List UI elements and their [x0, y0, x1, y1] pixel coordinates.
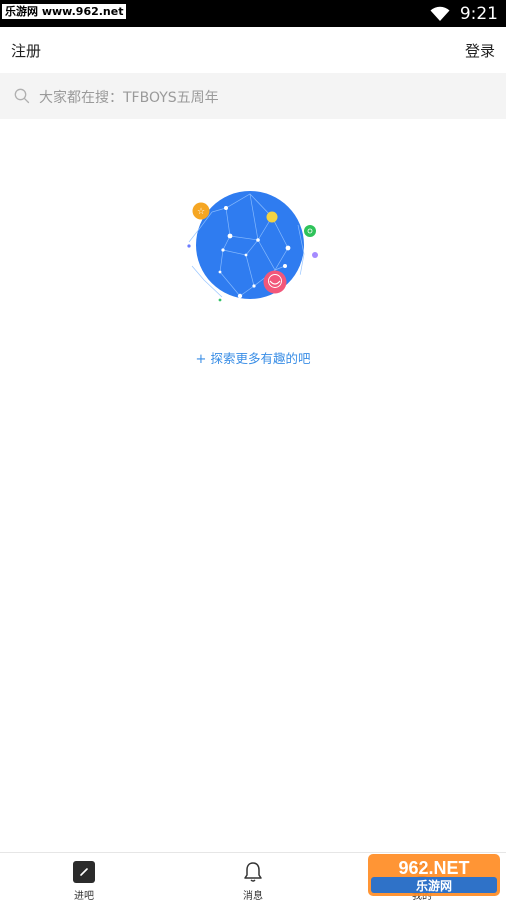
- search-bar[interactable]: 大家都在搜：TFBOYS五周年: [0, 73, 506, 119]
- globe-network-illustration: ☆: [187, 191, 318, 302]
- bell-icon: [244, 862, 262, 882]
- plus-icon: +: [195, 352, 207, 367]
- search-placeholder: 大家都在搜：TFBOYS五周年: [39, 90, 219, 106]
- status-bar: 乐游网 www.962.net 9:21: [0, 0, 506, 27]
- enter-bar-icon: [73, 861, 95, 883]
- svg-text:☆: ☆: [197, 207, 205, 217]
- watermark-label: 乐游网 www.962.net: [2, 4, 127, 19]
- nav-item-messages[interactable]: 消息: [169, 853, 337, 900]
- nav-label-enter-bar: 进吧: [74, 891, 94, 900]
- nav-item-enter-bar[interactable]: 进吧: [0, 853, 168, 900]
- wifi-icon: [430, 6, 450, 21]
- explore-more-link[interactable]: + 探索更多有趣的吧: [0, 348, 506, 367]
- svg-text:乐游网: 乐游网: [416, 878, 452, 893]
- status-time: 9:21: [459, 3, 498, 24]
- top-bar: 注册 登录: [0, 27, 506, 73]
- watermark-logo: 962.NET 乐游网: [368, 854, 500, 896]
- nav-label-messages: 消息: [243, 891, 263, 900]
- svg-text:962.NET: 962.NET: [398, 858, 469, 878]
- status-indicators: 9:21: [430, 0, 498, 27]
- login-link[interactable]: 登录: [465, 40, 495, 61]
- explore-more-label: 探索更多有趣的吧: [210, 351, 311, 366]
- search-icon: [14, 88, 30, 104]
- register-link[interactable]: 注册: [11, 40, 41, 61]
